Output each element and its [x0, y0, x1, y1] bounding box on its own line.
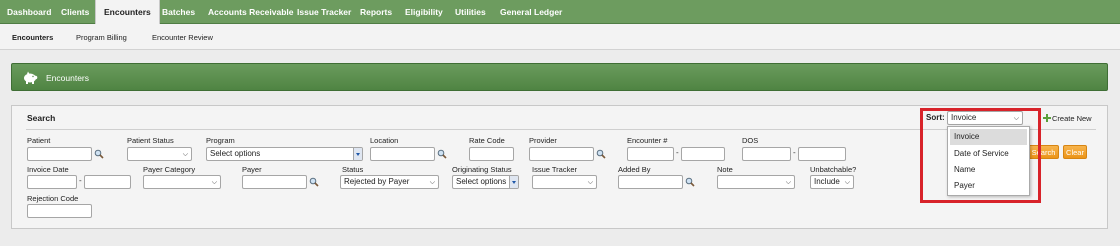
originating-status-label: Originating Status — [452, 165, 512, 174]
rejection-code-label: Rejection Code — [27, 194, 79, 203]
subnav-encounter-review[interactable]: Encounter Review — [152, 24, 213, 50]
note-label: Note — [717, 165, 733, 174]
payer-category-label: Payer Category — [143, 165, 196, 174]
program-multiselect[interactable]: Select options — [206, 147, 363, 161]
program-label: Program — [206, 136, 235, 145]
invoice-date-label: Invoice Date — [27, 165, 69, 174]
annotation-highlight-box — [920, 108, 1041, 203]
tab-batches[interactable]: Batches — [162, 0, 195, 24]
originating-status-multiselect[interactable]: Select options — [452, 175, 519, 189]
invoice-date-from-input[interactable] — [27, 175, 77, 189]
dropdown-arrow-icon[interactable] — [353, 148, 362, 160]
subnav-program-billing[interactable]: Program Billing — [76, 24, 127, 50]
clear-button[interactable]: Clear — [1063, 145, 1087, 159]
payer-input[interactable] — [242, 175, 307, 189]
dos-to-input[interactable] — [798, 147, 846, 161]
tab-issue-tracker[interactable]: Issue Tracker — [297, 0, 351, 24]
unbatchable-label: Unbatchable? — [810, 165, 857, 174]
dos-label: DOS — [742, 136, 759, 145]
search-icon[interactable] — [94, 149, 104, 159]
create-new-link[interactable]: Create New — [1052, 114, 1092, 123]
rate-code-label: Rate Code — [469, 136, 505, 145]
encounters-panel-header: Encounters — [11, 63, 1108, 91]
payer-category-select[interactable]: ⌵ — [143, 175, 221, 189]
patient-status-label: Patient Status — [127, 136, 174, 145]
originating-status-value: Select options — [456, 177, 507, 186]
chevron-down-icon: ⌵ — [182, 151, 188, 158]
encounter-number-label: Encounter # — [627, 136, 668, 145]
tab-general-ledger[interactable]: General Ledger — [500, 0, 562, 24]
issue-tracker-label: Issue Tracker — [532, 165, 578, 174]
invoice-date-to-input[interactable] — [84, 175, 131, 189]
program-value: Select options — [210, 149, 261, 158]
tab-utilities[interactable]: Utilities — [455, 0, 486, 24]
top-nav: Dashboard Clients Encounters Batches Acc… — [0, 0, 1120, 25]
provider-label: Provider — [529, 136, 557, 145]
tab-reports[interactable]: Reports — [360, 0, 392, 24]
sub-nav: Encounters Program Billing Encounter Rev… — [0, 24, 1120, 50]
status-select[interactable]: Rejected by Payer ⌵ — [340, 175, 439, 189]
patient-input[interactable] — [27, 147, 92, 161]
plus-icon[interactable] — [1043, 114, 1051, 122]
added-by-label: Added By — [618, 165, 651, 174]
tab-encounters[interactable]: Encounters — [95, 0, 160, 25]
location-input[interactable] — [370, 147, 435, 161]
status-value: Rejected by Payer — [344, 177, 410, 186]
encounter-from-input[interactable] — [627, 147, 674, 161]
tab-eligibility[interactable]: Eligibility — [405, 0, 443, 24]
status-label: Status — [342, 165, 364, 174]
chevron-down-icon: ⌵ — [844, 179, 850, 186]
dropdown-arrow-icon[interactable] — [509, 176, 518, 188]
rate-code-input[interactable] — [469, 147, 514, 161]
search-icon[interactable] — [685, 177, 695, 187]
encounter-to-input[interactable] — [681, 147, 725, 161]
location-label: Location — [370, 136, 399, 145]
panel-title: Encounters — [46, 73, 89, 83]
chevron-down-icon: ⌵ — [587, 179, 593, 186]
note-select[interactable]: ⌵ — [717, 175, 795, 189]
patient-label: Patient — [27, 136, 51, 145]
search-icon[interactable] — [596, 149, 606, 159]
search-icon[interactable] — [309, 177, 319, 187]
rejection-code-input[interactable] — [27, 204, 92, 218]
range-dash: - — [676, 148, 679, 157]
chevron-down-icon: ⌵ — [429, 179, 435, 186]
added-by-input[interactable] — [618, 175, 683, 189]
payer-label: Payer — [242, 165, 262, 174]
range-dash: - — [793, 148, 796, 157]
unbatchable-select[interactable]: Include ⌵ — [810, 175, 854, 189]
provider-input[interactable] — [529, 147, 594, 161]
subnav-encounters[interactable]: Encounters — [12, 24, 53, 50]
chevron-down-icon: ⌵ — [785, 179, 791, 186]
search-icon[interactable] — [437, 149, 447, 159]
chevron-down-icon: ⌵ — [211, 179, 217, 186]
patient-status-select[interactable]: ⌵ — [127, 147, 192, 161]
dos-from-input[interactable] — [742, 147, 791, 161]
tab-clients[interactable]: Clients — [61, 0, 89, 24]
tab-accounts-receivable[interactable]: Accounts Receivable — [208, 0, 294, 24]
range-dash: - — [79, 176, 82, 185]
unbatchable-value: Include — [814, 177, 840, 186]
issue-tracker-select[interactable]: ⌵ — [532, 175, 597, 189]
piggy-bank-icon — [24, 71, 38, 84]
tab-dashboard[interactable]: Dashboard — [7, 0, 51, 24]
search-title: Search — [27, 113, 56, 123]
